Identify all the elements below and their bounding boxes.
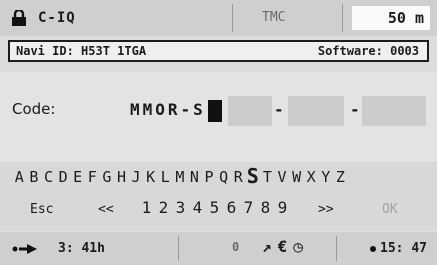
- letter-key[interactable]: R: [231, 168, 246, 188]
- arrow-right-icon: [12, 243, 37, 254]
- letter-key[interactable]: H: [114, 168, 129, 188]
- app-title: C-IQ: [38, 10, 76, 26]
- digit-key[interactable]: 2: [155, 198, 172, 217]
- code-label: Code:: [12, 100, 56, 118]
- digit-key[interactable]: 6: [223, 198, 240, 217]
- letter-key[interactable]: P: [202, 168, 217, 188]
- digit-row: 123456789: [138, 198, 291, 217]
- letter-key[interactable]: V: [275, 168, 290, 188]
- tmc-indicator: TMC: [262, 10, 286, 25]
- esc-key[interactable]: Esc: [30, 202, 53, 217]
- letter-key[interactable]: T: [260, 168, 275, 188]
- code-slot[interactable]: [288, 96, 344, 126]
- digit-key[interactable]: 8: [257, 198, 274, 217]
- separator: [232, 4, 233, 32]
- code-input[interactable]: MMOR-S: [130, 100, 222, 122]
- letter-key[interactable]: C: [41, 168, 56, 188]
- status-icons: ↗ € ◷: [262, 237, 303, 256]
- letter-key[interactable]: A: [12, 168, 27, 188]
- digit-key[interactable]: 7: [240, 198, 257, 217]
- forward-key[interactable]: >>: [318, 202, 334, 217]
- letter-row: ABCDEFGHJKLMNPQRSTVWXYZ: [12, 164, 348, 188]
- digit-key[interactable]: 1: [138, 198, 155, 217]
- letter-key[interactable]: D: [56, 168, 71, 188]
- letter-key[interactable]: E: [70, 168, 85, 188]
- software-version: Software: 0003: [317, 44, 419, 58]
- eta-time: 3: 41h: [58, 241, 105, 256]
- code-entered-text: MMOR-S: [130, 100, 206, 119]
- navi-id: Navi ID: H53T 1TGA: [16, 44, 147, 58]
- letter-key[interactable]: J: [129, 168, 144, 188]
- digit-key[interactable]: 9: [274, 198, 291, 217]
- letter-key[interactable]: S: [246, 164, 261, 188]
- separator: [178, 236, 179, 261]
- text-cursor: [207, 100, 222, 122]
- letter-key[interactable]: K: [143, 168, 158, 188]
- digit-key[interactable]: 5: [206, 198, 223, 217]
- code-separator: -: [274, 100, 284, 119]
- separator: [342, 4, 343, 32]
- distance-readout: 50 m: [352, 6, 430, 30]
- separator: [336, 236, 337, 261]
- ok-key[interactable]: OK: [382, 202, 398, 217]
- top-status-bar: C-IQ TMC 50 m: [0, 0, 437, 36]
- letter-key[interactable]: W: [289, 168, 304, 188]
- letter-key[interactable]: N: [187, 168, 202, 188]
- code-slot[interactable]: [362, 96, 426, 126]
- gps-icon: €: [277, 237, 288, 256]
- clock-dot-icon: [370, 245, 377, 252]
- clock: 15: 47: [370, 241, 427, 256]
- back-key[interactable]: <<: [98, 202, 114, 217]
- character-keyboard: ABCDEFGHJKLMNPQRSTVWXYZ Esc << 123456789…: [0, 162, 437, 230]
- letter-key[interactable]: Y: [318, 168, 333, 188]
- letter-key[interactable]: L: [158, 168, 173, 188]
- letter-key[interactable]: Q: [216, 168, 231, 188]
- status-counter: 0: [232, 240, 240, 254]
- digit-key[interactable]: 4: [189, 198, 206, 217]
- code-entry-area: Code: MMOR-S - -: [0, 72, 437, 162]
- navi-id-row: Navi ID: H53T 1TGA Software: 0003: [8, 40, 429, 62]
- code-separator: -: [350, 100, 360, 119]
- clock-time: 15: 47: [380, 241, 427, 256]
- satellite-icon: ↗: [262, 237, 272, 256]
- letter-key[interactable]: F: [85, 168, 100, 188]
- digit-key[interactable]: 3: [172, 198, 189, 217]
- letter-key[interactable]: G: [100, 168, 115, 188]
- letter-key[interactable]: X: [304, 168, 319, 188]
- navigation-screen: C-IQ TMC 50 m Navi ID: H53T 1TGA Softwar…: [0, 0, 437, 265]
- clock-icon: ◷: [293, 237, 303, 256]
- letter-key[interactable]: B: [27, 168, 42, 188]
- letter-key[interactable]: M: [173, 168, 188, 188]
- letter-key[interactable]: Z: [333, 168, 348, 188]
- lock-icon: [12, 10, 26, 26]
- bottom-status-bar: 3: 41h 0 ↗ € ◷ 15: 47: [0, 232, 437, 265]
- code-slot[interactable]: [228, 96, 272, 126]
